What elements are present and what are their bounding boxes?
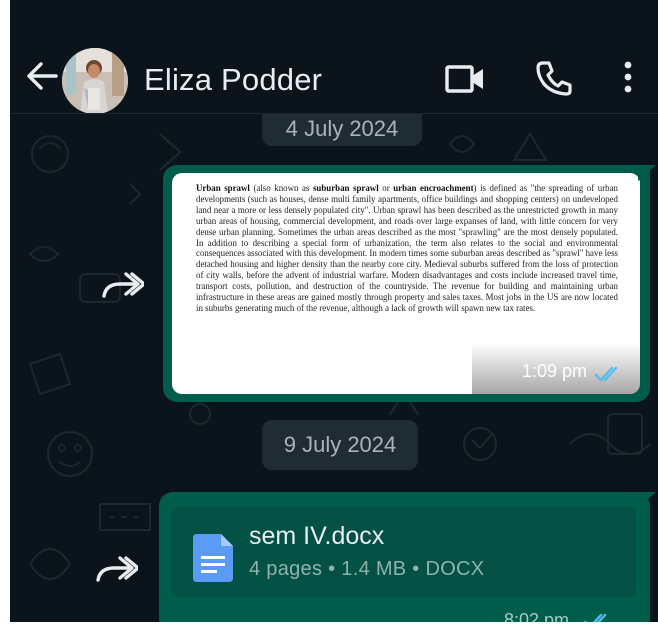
document-file-icon [193,534,233,582]
message-image[interactable]: Urban sprawl (also known as suburban spr… [172,173,640,394]
image-text: Urban sprawl (also known as suburban spr… [196,183,618,313]
document-file-meta: 4 pages • 1.4 MB • DOCX [249,558,485,580]
document-message-bubble[interactable]: sem IV.docx 4 pages • 1.4 MB • DOCX 8:02… [159,492,650,626]
voice-call-icon[interactable] [534,58,574,98]
bubble-tail [638,492,656,508]
date-separator: 9 July 2024 [262,420,418,470]
video-call-icon[interactable] [444,64,486,94]
message-time: 1:09 pm [522,361,588,381]
contact-name[interactable]: Eliza Podder [144,62,322,98]
chat-screen: Eliza Podder 4 July 2024 Urban sprawl (a… [10,0,658,626]
image-message-bubble[interactable]: Urban sprawl (also known as suburban spr… [163,165,650,402]
read-ticks-icon [594,366,618,382]
avatar[interactable] [62,48,128,114]
screenshot-bottom-edge [0,622,658,626]
bubble-tail [638,165,656,181]
more-options-icon[interactable] [620,58,636,98]
forward-icon[interactable] [102,272,144,300]
document-card[interactable]: sem IV.docx 4 pages • 1.4 MB • DOCX [171,506,636,598]
document-file-name: sem IV.docx [249,522,385,550]
message-list[interactable]: 4 July 2024 Urban sprawl (also known as … [10,114,658,626]
back-arrow-icon[interactable] [24,58,60,94]
date-separator: 4 July 2024 [262,114,422,146]
chat-header: Eliza Podder [10,14,658,114]
forward-icon[interactable] [96,556,138,584]
